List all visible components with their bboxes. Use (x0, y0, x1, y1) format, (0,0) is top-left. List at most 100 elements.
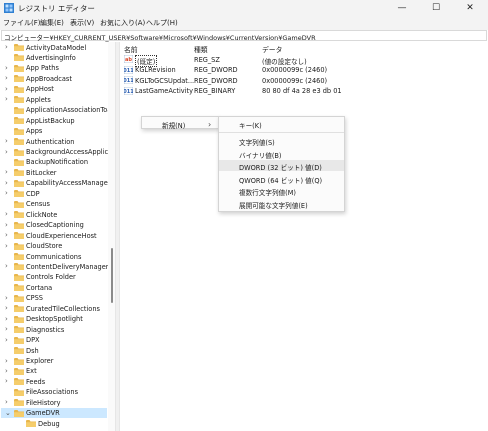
tree-item[interactable]: Dsh (1, 345, 107, 355)
chevron-right-icon[interactable]: › (5, 74, 11, 82)
chevron-right-icon[interactable]: › (5, 357, 11, 365)
tree-item[interactable]: › AppHost (1, 84, 107, 94)
tree-item[interactable]: › CloudExperienceHost (1, 230, 107, 240)
tree-item[interactable]: › Ext (1, 366, 107, 376)
submenu-item[interactable]: QWORD (64 ビット) 値(Q) (219, 173, 344, 185)
tree-item[interactable]: › CapabilityAccessManager (1, 178, 111, 188)
menu-help[interactable]: ヘルプ(H) (146, 18, 178, 28)
tree-item[interactable]: ⌄ GameDVR (1, 407, 107, 419)
title-bar: レジストリ エディター — ☐ ✕ (0, 0, 488, 16)
tree-item[interactable]: Cortana (1, 282, 107, 292)
tree-item[interactable]: › Explorer (1, 356, 107, 366)
column-header-name[interactable]: 名前 (124, 44, 138, 54)
submenu-item[interactable]: 展開可能な文字列値(E) (219, 198, 344, 210)
tree-item-label: Applets (26, 95, 51, 104)
tree-item[interactable]: ApplicationAssociationToas (1, 105, 115, 115)
tree-item[interactable]: › CloudStore (1, 241, 107, 251)
tree-item[interactable]: › Feeds (1, 376, 107, 386)
submenu-item-label: バイナリ値(B) (239, 151, 282, 160)
submenu-item-key[interactable]: キー(K) (219, 118, 344, 130)
minimize-button[interactable]: — (386, 0, 418, 16)
tree-item[interactable]: › Authentication (1, 136, 107, 146)
tree-item[interactable]: › Applets (1, 94, 107, 104)
tree-item[interactable]: › App Paths (1, 63, 107, 73)
chevron-right-icon[interactable]: › (5, 210, 11, 218)
chevron-right-icon[interactable]: › (5, 294, 11, 302)
chevron-right-icon[interactable]: › (5, 367, 11, 375)
binary-value-icon: 011 (124, 86, 133, 95)
menu-file[interactable]: ファイル(F) (3, 18, 41, 28)
binary-value-icon: 011 (124, 65, 133, 74)
tree-item[interactable]: › ActivityDataModel (1, 42, 107, 52)
chevron-right-icon[interactable]: › (5, 179, 11, 187)
tree-item[interactable]: BackupNotification (1, 157, 107, 167)
maximize-button[interactable]: ☐ (420, 0, 452, 16)
chevron-right-icon[interactable]: › (5, 168, 11, 176)
tree-item[interactable]: › CPSS (1, 293, 107, 303)
tree-item[interactable]: › CuratedTileCollections (1, 303, 107, 313)
tree-item[interactable]: Apps (1, 126, 107, 136)
chevron-down-icon[interactable]: ⌄ (5, 409, 11, 417)
tree-scrollbar[interactable] (108, 42, 115, 431)
tree-item[interactable]: Debug (1, 418, 107, 428)
tree-item[interactable]: FileAssociations (1, 387, 107, 397)
tree-item[interactable]: Census (1, 199, 107, 209)
value-row[interactable]: ab (既定) REG_SZ (値の設定なし) (120, 54, 488, 67)
menu-edit[interactable]: 編集(E) (40, 18, 64, 28)
chevron-right-icon[interactable]: › (5, 189, 11, 197)
folder-icon (14, 357, 24, 365)
chevron-right-icon[interactable]: › (5, 148, 11, 156)
chevron-right-icon[interactable]: › (5, 262, 11, 270)
chevron-right-icon[interactable]: › (5, 377, 11, 385)
address-bar[interactable]: コンピューター¥HKEY_CURRENT_USER¥Software¥Micro… (1, 30, 487, 42)
chevron-right-icon[interactable]: › (5, 304, 11, 312)
chevron-right-icon[interactable]: › (5, 43, 11, 51)
submenu-item[interactable]: DWORD (32 ビット) 値(D) (219, 160, 344, 172)
value-data: 0x0000099c (2460) (262, 66, 328, 74)
tree-item[interactable]: › DesktopSpotlight (1, 314, 107, 324)
value-row[interactable]: 011 KGLRevision REG_DWORD 0x0000099c (2460) (120, 65, 488, 76)
svg-text:011: 011 (124, 68, 133, 74)
tree-item[interactable]: AppListBackup (1, 115, 107, 125)
tree-item[interactable]: › Diagnostics (1, 324, 107, 334)
value-row[interactable]: 011 LastGameActivity REG_BINARY 80 80 df 4a… (120, 86, 488, 97)
folder-icon (14, 326, 24, 334)
tree-item[interactable]: › ClickNote (1, 209, 107, 219)
chevron-right-icon[interactable]: › (5, 85, 11, 93)
chevron-right-icon[interactable]: › (5, 64, 11, 72)
menu-view[interactable]: 表示(V) (70, 18, 94, 28)
chevron-right-icon[interactable]: › (5, 231, 11, 239)
tree-item[interactable]: › ContentDeliveryManager (1, 261, 109, 271)
tree-item[interactable]: › ClosedCaptioning (1, 220, 107, 230)
submenu-arrow-icon: › (208, 119, 212, 129)
submenu-item[interactable]: 文字列値(S) (219, 135, 344, 147)
tree-item-label: Census (26, 200, 50, 209)
chevron-right-icon[interactable]: › (5, 221, 11, 229)
tree-scrollbar-thumb[interactable] (111, 248, 113, 303)
tree-item[interactable]: › DPX (1, 335, 107, 345)
tree-item[interactable]: › CDP (1, 188, 107, 198)
tree-item[interactable]: › BackgroundAccessApplicat (1, 147, 115, 157)
chevron-right-icon[interactable]: › (5, 325, 11, 333)
close-button[interactable]: ✕ (454, 0, 486, 16)
chevron-right-icon[interactable]: › (5, 315, 11, 323)
submenu-item[interactable]: 複数行文字列値(M) (219, 185, 344, 197)
column-header-data[interactable]: データ (262, 44, 282, 54)
column-header-type[interactable]: 種類 (194, 44, 208, 54)
menu-item-new[interactable]: 新規(N) › (142, 118, 218, 131)
submenu-item[interactable]: バイナリ値(B) (219, 148, 344, 160)
chevron-right-icon[interactable]: › (5, 336, 11, 344)
tree-item[interactable]: AdvertisingInfo (1, 52, 107, 62)
tree-item[interactable]: Controls Folder (1, 272, 107, 282)
tree-item[interactable]: › FileHistory (1, 397, 107, 407)
chevron-right-icon[interactable]: › (5, 137, 11, 145)
tree-item[interactable]: Communications (1, 251, 107, 261)
tree-item[interactable]: › AppBroadcast (1, 73, 107, 83)
tree-item[interactable]: › BitLocker (1, 167, 107, 177)
menu-favorites[interactable]: お気に入り(A) (100, 18, 145, 28)
chevron-right-icon[interactable]: › (5, 398, 11, 406)
value-row[interactable]: 011 KGLToGCSUpdat... REG_DWORD 0x0000099c (… (120, 75, 488, 86)
chevron-right-icon[interactable]: › (5, 95, 11, 103)
window-title: レジストリ エディター (18, 4, 95, 13)
chevron-right-icon[interactable]: › (5, 242, 11, 250)
